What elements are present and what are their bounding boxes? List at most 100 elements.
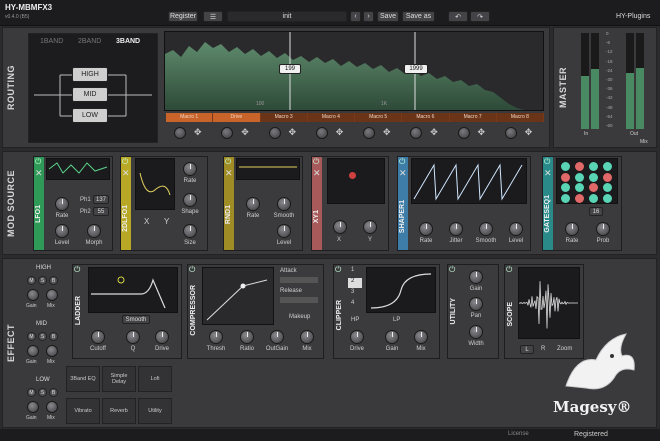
compressor-thresh-knob[interactable] <box>209 330 223 344</box>
mid-slot-3[interactable]: Lofi <box>138 366 172 392</box>
compressor-mix-knob[interactable] <box>300 330 314 344</box>
gate-step[interactable] <box>575 162 584 171</box>
bypass-button[interactable]: B <box>49 276 58 285</box>
ladder-smooth-button[interactable]: Smooth <box>122 315 150 324</box>
next-preset-button[interactable]: › <box>363 11 374 22</box>
clipper-gain-knob[interactable] <box>385 330 399 344</box>
compressor-attack-slider[interactable] <box>280 277 318 283</box>
macro-tab-5[interactable]: Macro 5 <box>355 113 402 122</box>
menu-button[interactable]: ☰ <box>203 11 223 22</box>
ladder-q-knob[interactable] <box>126 330 140 344</box>
crossover-marker-low[interactable]: 199 <box>279 64 301 74</box>
macro-knob-8[interactable] <box>504 127 517 139</box>
gateseq1-grid[interactable] <box>556 158 618 204</box>
clipper-drive-knob[interactable] <box>350 330 364 344</box>
power-icon[interactable]: ⏻ <box>399 157 405 167</box>
close-icon[interactable]: ✕ <box>225 168 233 179</box>
lfo1-rate-knob[interactable] <box>55 197 69 211</box>
compressor-outgain-knob[interactable] <box>270 330 284 344</box>
macro-tab-2[interactable]: Drive <box>213 113 260 122</box>
lfo1-ph2-value[interactable]: 55 <box>93 207 109 216</box>
xy1-x-knob[interactable] <box>333 220 347 234</box>
shaper1-level-knob[interactable] <box>509 222 523 236</box>
redo-button[interactable]: ↷ <box>470 11 490 22</box>
undo-button[interactable]: ↶ <box>448 11 468 22</box>
band-mix-knob[interactable] <box>46 345 58 357</box>
ladder-drive-knob[interactable] <box>155 330 169 344</box>
low-slot-3[interactable]: Utility <box>138 398 172 424</box>
gate-step[interactable] <box>575 193 584 203</box>
gate-step[interactable] <box>603 172 612 182</box>
macro-knob-1[interactable] <box>174 127 186 139</box>
save-as-button[interactable]: Save as <box>402 11 435 22</box>
compressor-ratio-knob[interactable] <box>240 330 254 344</box>
bypass-button[interactable]: B <box>49 388 58 397</box>
power-icon[interactable]: ⏻ <box>544 157 550 167</box>
band-mix-knob[interactable] <box>46 289 58 301</box>
macro-knob-4[interactable] <box>315 127 328 139</box>
rnd1-rate-knob[interactable] <box>246 197 260 211</box>
close-icon[interactable]: ✕ <box>399 168 407 179</box>
tab-2band[interactable]: 2BAND <box>78 38 101 45</box>
power-icon[interactable]: ⏻ <box>449 265 455 275</box>
2dlfo1-size-knob[interactable] <box>183 224 197 238</box>
close-icon[interactable]: ✕ <box>122 168 130 179</box>
band-gain-knob[interactable] <box>27 289 39 301</box>
lfo1-morph-knob[interactable] <box>87 224 101 238</box>
gate-step[interactable] <box>589 162 598 171</box>
band-gain-knob[interactable] <box>27 345 39 357</box>
power-icon[interactable]: ⏻ <box>313 157 319 167</box>
power-icon[interactable]: ⏻ <box>35 157 41 167</box>
mid-slot-1[interactable]: 3Band EQ <box>66 366 100 392</box>
license-link[interactable]: License <box>508 431 529 437</box>
macro-knob-7[interactable] <box>457 127 470 139</box>
clipper-mode-1[interactable]: 1 <box>348 267 362 277</box>
band-high-button[interactable]: HIGH <box>72 67 108 82</box>
macro-tab-8[interactable]: Macro 8 <box>496 113 543 122</box>
save-button[interactable]: Save <box>377 11 399 22</box>
gate-step[interactable] <box>589 183 598 192</box>
solo-button[interactable]: S <box>38 388 47 397</box>
2dlfo1-rate-knob[interactable] <box>183 162 197 176</box>
close-icon[interactable]: ✕ <box>35 168 43 179</box>
mute-button[interactable]: M <box>27 276 36 285</box>
move-icon[interactable]: ✥ <box>478 127 486 138</box>
tab-3band[interactable]: 3BAND <box>116 38 140 45</box>
rnd1-level-knob[interactable] <box>277 224 291 238</box>
band-low-button[interactable]: LOW <box>72 108 108 123</box>
utility-gain-knob[interactable] <box>469 270 483 284</box>
register-button[interactable]: Register <box>168 11 198 22</box>
gate-step[interactable] <box>589 193 598 203</box>
low-slot-2[interactable]: Reverb <box>102 398 136 424</box>
preset-field[interactable]: init <box>227 11 347 22</box>
gate-step[interactable] <box>589 172 598 182</box>
move-icon[interactable]: ✥ <box>289 127 297 138</box>
macro-tab-1[interactable]: Macro 1 <box>166 113 213 122</box>
gate-step[interactable] <box>575 183 584 192</box>
mute-button[interactable]: M <box>27 332 36 341</box>
shaper1-rate-knob[interactable] <box>419 222 433 236</box>
shaper1-jitter-knob[interactable] <box>449 222 463 236</box>
xy1-y-knob[interactable] <box>363 220 377 234</box>
scope-l-button[interactable]: L <box>520 345 534 354</box>
power-icon[interactable]: ⏻ <box>335 265 341 275</box>
2dlfo1-shape-knob[interactable] <box>183 193 197 207</box>
move-icon[interactable]: ✥ <box>336 127 344 138</box>
clipper-mode-2[interactable]: 2 <box>348 278 362 288</box>
close-icon[interactable]: ✕ <box>313 168 321 179</box>
power-icon[interactable]: ⏻ <box>122 157 128 167</box>
lfo1-level-knob[interactable] <box>55 224 69 238</box>
gate-step[interactable] <box>561 183 570 192</box>
gate-step[interactable] <box>561 162 570 171</box>
move-icon[interactable]: ✥ <box>383 127 391 138</box>
rnd1-smooth-knob[interactable] <box>277 197 291 211</box>
gate-step[interactable] <box>603 183 612 192</box>
xy1-handle[interactable] <box>349 172 356 179</box>
clipper-mode-3[interactable]: 3 <box>348 289 362 299</box>
bypass-button[interactable]: B <box>49 332 58 341</box>
crossover-marker-high[interactable]: 1999 <box>404 64 428 74</box>
gate-step[interactable] <box>603 162 612 171</box>
low-slot-1[interactable]: Vibrato <box>66 398 100 424</box>
macro-tab-4[interactable]: Macro 4 <box>307 113 354 122</box>
clipper-mix-knob[interactable] <box>414 330 428 344</box>
